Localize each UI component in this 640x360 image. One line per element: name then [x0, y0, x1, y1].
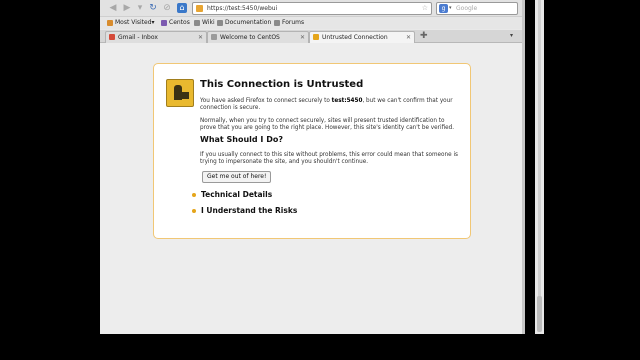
- chevron-down-icon[interactable]: ▾: [510, 30, 513, 42]
- bullet-icon: [192, 209, 196, 213]
- home-icon[interactable]: ⌂: [177, 3, 187, 13]
- firefox-window: ◀ ▶ ▾ ↻ ⊘ ⌂ https://test:5450/webui ☆ g …: [100, 0, 522, 334]
- close-icon[interactable]: ✕: [198, 32, 203, 43]
- url-text: https://test:5450/webui: [207, 5, 278, 12]
- bookmarks-toolbar: Most Visited▾ Centos Wiki Documentation …: [100, 17, 522, 29]
- page-icon: [211, 34, 217, 40]
- search-placeholder: Google: [456, 5, 478, 12]
- bookmark-documentation[interactable]: Documentation: [217, 17, 271, 29]
- technical-details-expander[interactable]: Technical Details: [192, 190, 272, 199]
- bookmark-label: Most Visited: [115, 19, 152, 26]
- close-icon[interactable]: ✕: [300, 32, 305, 43]
- google-search-engine-icon[interactable]: g: [439, 4, 448, 13]
- centos-icon: [161, 19, 167, 26]
- security-warning-icon: [166, 79, 194, 107]
- new-tab-icon[interactable]: ✚: [420, 30, 428, 42]
- error-title: This Connection is Untrusted: [200, 79, 364, 90]
- bookmark-label: Wiki: [202, 19, 215, 26]
- bookmark-label: Centos: [169, 19, 190, 26]
- error-box: This Connection is Untrusted You have as…: [153, 63, 471, 239]
- page-icon: [194, 19, 200, 26]
- bookmark-label: Documentation: [225, 19, 272, 26]
- tab-label: Untrusted Connection: [322, 34, 388, 41]
- site-identity-icon[interactable]: [196, 5, 203, 12]
- chevron-down-icon[interactable]: ▾: [449, 3, 452, 14]
- forward-button[interactable]: ▶: [122, 3, 132, 13]
- search-box[interactable]: g ▾ Google: [436, 2, 518, 15]
- chevron-down-icon: ▾: [151, 19, 155, 26]
- bookmark-wiki[interactable]: Wiki: [194, 17, 215, 29]
- bookmark-most-visited[interactable]: Most Visited▾: [107, 17, 155, 29]
- bookmark-centos[interactable]: Centos: [161, 17, 190, 29]
- page-content: This Connection is Untrusted You have as…: [100, 43, 522, 334]
- tab-label: Gmail - Inbox: [118, 34, 158, 41]
- understand-risks-expander[interactable]: I Understand the Risks: [192, 206, 297, 215]
- page-icon: [274, 19, 280, 26]
- tab-untrusted-connection[interactable]: Untrusted Connection ✕: [309, 31, 415, 43]
- tab-label: Welcome to CentOS: [220, 34, 280, 41]
- warning-icon: [313, 34, 319, 40]
- dropdown-icon[interactable]: ▾: [135, 3, 145, 13]
- page-icon: [217, 19, 223, 26]
- get-me-out-button[interactable]: Get me out of here!: [202, 171, 272, 183]
- desktop-side-panel: [535, 0, 544, 334]
- back-button[interactable]: ◀: [108, 3, 118, 13]
- reload-icon[interactable]: ↻: [148, 3, 158, 13]
- bookmark-label: Forums: [282, 19, 305, 26]
- url-bar[interactable]: https://test:5450/webui ☆: [192, 2, 432, 15]
- navigation-toolbar: ◀ ▶ ▾ ↻ ⊘ ⌂ https://test:5450/webui ☆ g …: [100, 0, 522, 17]
- tab-welcome-centos[interactable]: Welcome to CentOS ✕: [207, 31, 309, 43]
- bookmark-star-icon[interactable]: ☆: [422, 3, 428, 14]
- what-should-i-do-heading: What Should I Do?: [200, 135, 283, 144]
- error-description: You have asked Firefox to connect secure…: [200, 98, 453, 111]
- gmail-icon: [109, 34, 115, 40]
- host-name: test:5450: [331, 98, 363, 104]
- folder-icon: [107, 19, 113, 26]
- window-border: [522, 0, 525, 334]
- bookmark-forums[interactable]: Forums: [274, 17, 304, 29]
- bullet-icon: [192, 193, 196, 197]
- tab-gmail[interactable]: Gmail - Inbox ✕: [105, 31, 207, 43]
- close-icon[interactable]: ✕: [406, 32, 411, 43]
- what-should-i-do-text: If you usually connect to this site with…: [200, 152, 458, 165]
- scrollbar-handle[interactable]: [537, 296, 542, 332]
- tab-bar: Gmail - Inbox ✕ Welcome to CentOS ✕ Untr…: [100, 30, 522, 43]
- error-explanation: Normally, when you try to connect secure…: [200, 118, 455, 131]
- stop-icon[interactable]: ⊘: [162, 3, 172, 13]
